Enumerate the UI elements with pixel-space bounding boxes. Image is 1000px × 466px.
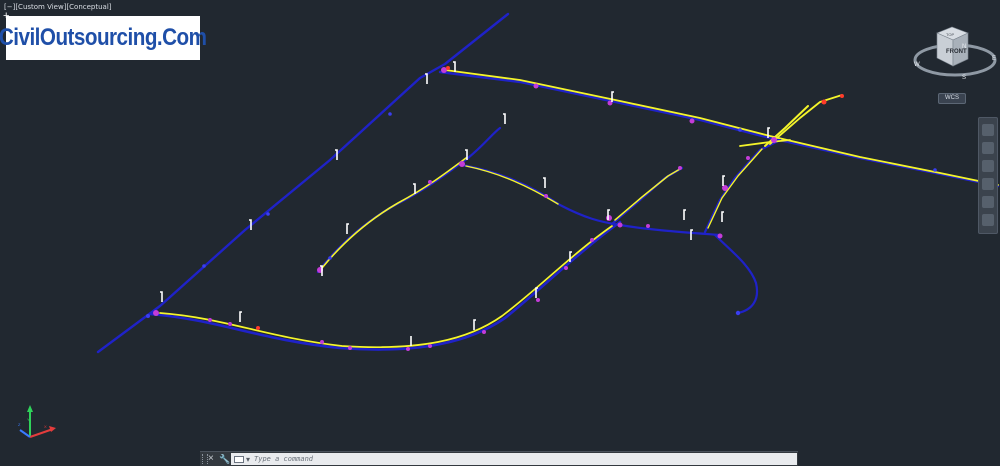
command-line: × 🔧 ▾ <box>200 451 798 466</box>
node <box>208 318 212 322</box>
node <box>428 180 432 184</box>
node <box>428 344 432 348</box>
node <box>446 66 450 70</box>
tick <box>543 177 546 188</box>
node <box>544 194 548 198</box>
top-main-pipe <box>438 70 1000 188</box>
command-input-box[interactable]: ▾ <box>231 453 797 465</box>
watermark-logo: CivilOutsourcing.Com <box>0 16 207 60</box>
riser-pipe <box>610 166 684 226</box>
intersection-pipe-b <box>769 94 843 145</box>
tick <box>503 113 506 124</box>
ucs-z-label: Z <box>18 422 21 427</box>
showmotion-icon[interactable] <box>982 196 994 208</box>
tick <box>721 211 724 222</box>
right-up-pipe <box>703 138 782 234</box>
node <box>678 166 682 170</box>
marker <box>738 128 742 132</box>
navigation-bar[interactable] <box>978 117 998 234</box>
node <box>821 99 827 105</box>
node <box>746 156 750 160</box>
node <box>689 118 695 124</box>
node <box>348 346 352 350</box>
node <box>646 224 650 228</box>
mid-branch-highlight <box>321 157 467 269</box>
tick <box>722 175 725 186</box>
viewport-controls-label[interactable]: [−][Custom View][Conceptual] <box>4 3 112 11</box>
chevron-down-icon[interactable]: ▾ <box>246 455 250 464</box>
tick <box>473 319 476 330</box>
compass-e: E <box>992 56 996 62</box>
pan-icon[interactable] <box>982 142 994 154</box>
ucs-x-label: X <box>44 424 47 429</box>
marker <box>266 212 270 216</box>
tick <box>160 291 163 302</box>
tick <box>346 223 349 234</box>
node <box>406 347 410 351</box>
tick <box>683 209 686 220</box>
compass-w: W <box>914 62 920 68</box>
structure-nodes <box>153 66 844 351</box>
right-hook-pipe <box>713 233 759 315</box>
node <box>228 322 232 326</box>
node <box>459 161 465 167</box>
ucs-icon: Y X Z <box>18 405 56 438</box>
node <box>533 83 539 89</box>
model-space[interactable]: FRONT TOP N W S E Y X Z <box>0 0 1000 465</box>
node <box>840 94 844 98</box>
drawing-viewport[interactable]: FRONT TOP N W S E Y X Z [−][Custom View]… <box>0 0 1000 466</box>
mid-branch-pipe <box>316 126 502 274</box>
tick <box>413 183 416 194</box>
full-navigation-wheel-icon[interactable] <box>982 124 994 136</box>
node <box>153 310 159 316</box>
pipe-network <box>96 12 1000 354</box>
node <box>256 326 260 330</box>
node <box>482 330 486 334</box>
recent-commands-icon[interactable] <box>234 455 244 463</box>
compass-n: N <box>962 44 966 50</box>
wrench-icon[interactable]: 🔧 <box>219 452 230 466</box>
command-input[interactable] <box>254 453 797 465</box>
marker <box>735 310 741 316</box>
station-ticks <box>160 61 770 346</box>
nav-bar-menu-icon[interactable] <box>982 214 994 226</box>
zoom-extents-icon[interactable] <box>982 160 994 172</box>
close-icon[interactable]: × <box>208 452 214 466</box>
top-main-highlight <box>444 69 999 186</box>
node <box>771 137 777 143</box>
node <box>320 340 324 344</box>
cube-top-label: TOP <box>946 32 954 37</box>
marker <box>202 264 206 268</box>
node <box>536 298 540 302</box>
right-up-highlight <box>707 148 763 229</box>
marker <box>388 112 392 116</box>
bottom-curve-pipe <box>148 220 622 351</box>
marker <box>328 256 332 260</box>
marker <box>933 168 937 172</box>
node <box>590 238 594 242</box>
wcs-menu[interactable]: WCS <box>938 93 966 104</box>
main-diagonal-pipe <box>96 12 510 354</box>
marker <box>146 314 150 318</box>
orbit-icon[interactable] <box>982 178 994 190</box>
node <box>717 233 723 239</box>
node <box>606 215 612 221</box>
tick <box>239 311 242 322</box>
ucs-y-label: Y <box>27 417 30 422</box>
tick <box>690 229 693 240</box>
node <box>564 266 568 270</box>
compass-s: S <box>962 75 966 81</box>
logo-text: CivilOutsourcing.Com <box>0 24 207 51</box>
node <box>617 222 623 228</box>
viewcube[interactable]: FRONT TOP N W S E <box>913 26 997 81</box>
